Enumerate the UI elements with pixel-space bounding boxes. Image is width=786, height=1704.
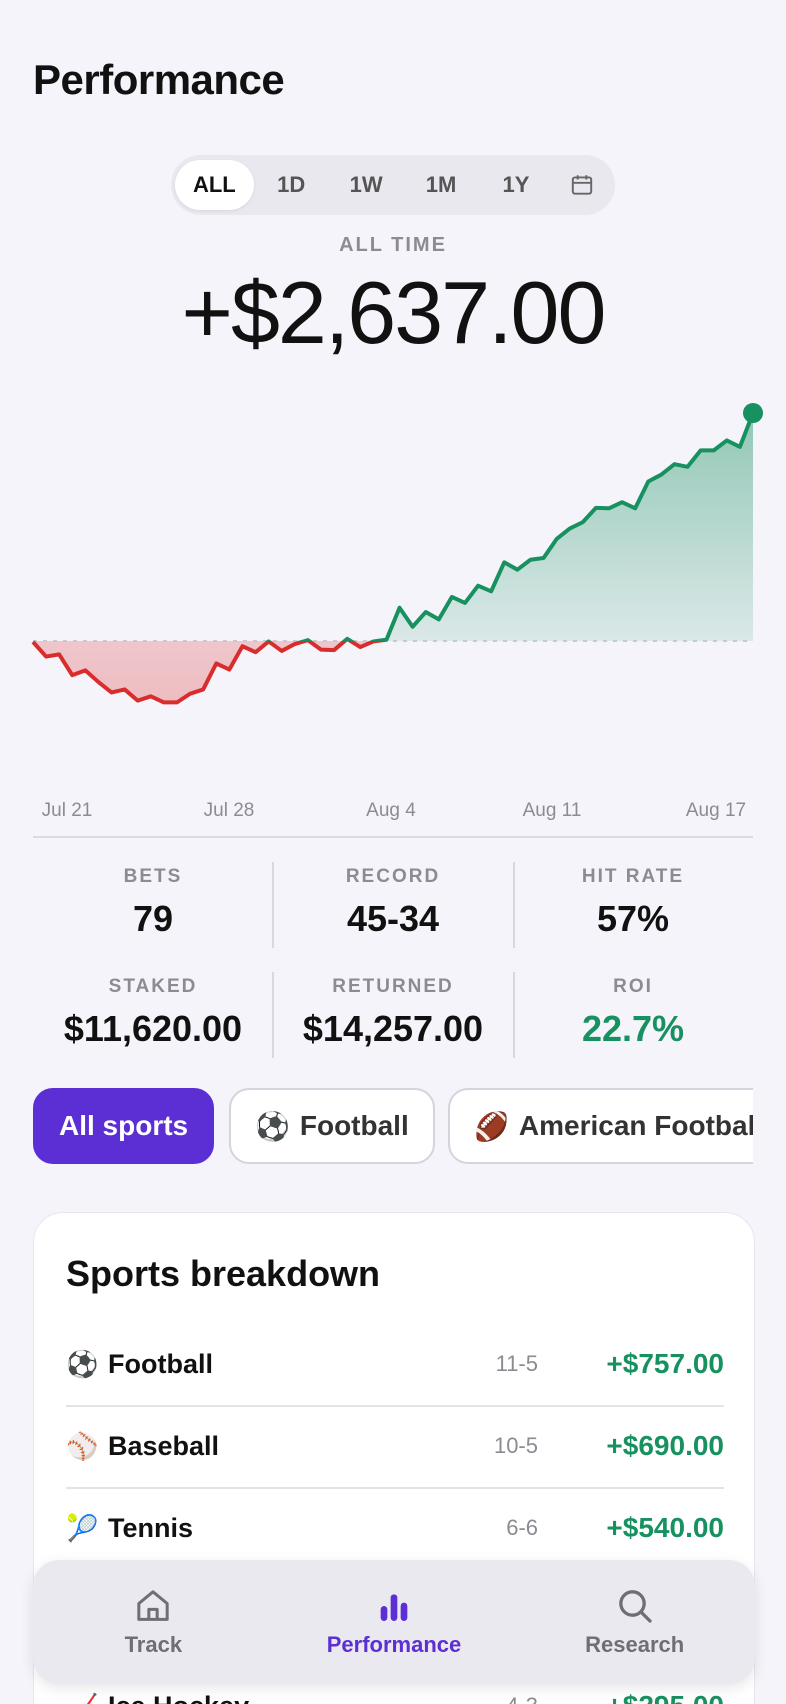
tab-label: Track [124,1632,183,1657]
stat-roi: ROI 22.7% [513,972,753,1058]
profit-chart[interactable] [0,370,786,770]
stat-hit-rate: HIT RATE 57% [513,862,753,948]
filter-chip-football[interactable]: ⚽ Football [229,1088,435,1164]
stat-value: $11,620.00 [63,1008,243,1049]
x-tick-label: Aug 11 [522,800,582,821]
breakdown-row-tennis[interactable]: 🎾 Tennis 6-6 +$540.00 [66,1487,724,1569]
x-tick-label: Aug 17 [685,800,747,821]
period-label: ALL TIME [339,234,447,256]
stats-grid: BETS 79 RECORD 45-34 HIT RATE 57% STAKED… [33,862,753,1058]
total-profit: +$2,637.00 [181,263,607,362]
stat-value: 45-34 [346,898,440,939]
bottom-tab-bar: Track Performance Research [33,1560,755,1684]
stat-label: RETURNED [332,976,454,997]
range-1y-button[interactable]: 1Y [478,160,553,210]
breakdown-row-baseball[interactable]: ⚾ Baseball 10-5 +$690.00 [66,1405,724,1487]
stat-label: ROI [613,976,653,997]
sport-record: 10-5 [493,1433,538,1458]
sport-profit: +$295.00 [574,1690,724,1704]
range-1m-button[interactable]: 1M [404,160,479,210]
range-1d-button[interactable]: 1D [254,160,329,210]
sport-name: Football [108,1348,213,1379]
sport-name-cell: 🎾 Tennis [66,1513,418,1544]
x-tick-label: Jul 28 [203,800,255,821]
sport-name: Tennis [108,1512,194,1543]
bar-chart-icon [380,1594,408,1621]
x-tick-label: Aug 4 [366,800,416,821]
sport-profit: +$540.00 [606,1512,724,1543]
divider [513,862,515,948]
sport-name-cell: 🏒 Ice Hockey [66,1691,418,1704]
hockey-stick-icon: 🏒 [66,1691,102,1704]
soccer-ball-icon: ⚽ [255,1110,290,1142]
stat-value: 57% [596,898,670,939]
home-icon [137,1590,169,1621]
breakdown-row-football[interactable]: ⚽ Football 11-5 +$757.00 [66,1323,724,1405]
search-icon [618,1590,652,1623]
divider [272,862,274,948]
tab-label: Performance [326,1632,462,1657]
sport-record: 11-5 [495,1351,538,1376]
sport-record: 4-3 [418,1693,538,1704]
stat-label: RECORD [345,866,441,887]
baseball-icon: ⚾ [66,1430,99,1461]
soccer-ball-icon: ⚽ [66,1348,99,1379]
stat-staked: STAKED $11,620.00 [33,972,273,1058]
sport-profit: +$757.00 [606,1348,724,1379]
chip-label: American Football [518,1110,753,1141]
page-title: Performance [33,56,285,103]
tennis-ball-icon: 🎾 [66,1512,99,1543]
sport-name-cell: ⚽ Football [66,1349,418,1380]
sport-filter-chips: All sports ⚽ Football 🏈 American Footbal… [33,1088,753,1164]
range-all-button[interactable]: ALL [175,160,254,210]
chip-label: All sports [59,1110,189,1141]
divider [33,836,753,838]
stat-bets: BETS 79 [33,862,273,948]
tab-research[interactable]: Research [514,1560,755,1684]
x-axis-labels: Jul 21 Jul 28 Aug 4 Aug 11 Aug 17 [0,800,786,830]
stat-label: STAKED [108,976,198,997]
sport-name: Ice Hockey [108,1691,249,1704]
divider [513,972,515,1058]
stat-value: 22.7% [581,1008,685,1049]
sport-record: 6-6 [506,1515,538,1540]
time-range-selector: ALL 1D 1W 1M 1Y [171,155,615,215]
tab-track[interactable]: Track [33,1560,274,1684]
sport-name: Baseball [108,1430,220,1461]
filter-chip-all-sports[interactable]: All sports [33,1088,215,1164]
chip-label: Football [299,1110,409,1141]
stat-label: BETS [123,866,183,887]
range-1w-button[interactable]: 1W [329,160,404,210]
american-football-icon: 🏈 [474,1110,509,1142]
sport-name-cell: ⚾ Baseball [66,1431,418,1462]
calendar-icon [572,175,593,195]
stat-returned: RETURNED $14,257.00 [273,972,513,1058]
divider [272,972,274,1058]
sport-profit: +$690.00 [606,1430,724,1461]
tab-label: Research [585,1632,685,1657]
stat-value: 79 [132,898,174,939]
current-value-point [743,403,763,423]
calendar-button[interactable] [553,160,611,210]
tab-performance[interactable]: Performance [274,1560,515,1684]
filter-chip-american-football[interactable]: 🏈 American Football [448,1088,753,1164]
stat-value: $14,257.00 [302,1008,484,1049]
x-tick-label: Jul 21 [41,800,93,821]
stat-label: HIT RATE [581,866,685,887]
card-title: Sports breakdown [66,1253,381,1294]
stat-record: RECORD 45-34 [273,862,513,948]
